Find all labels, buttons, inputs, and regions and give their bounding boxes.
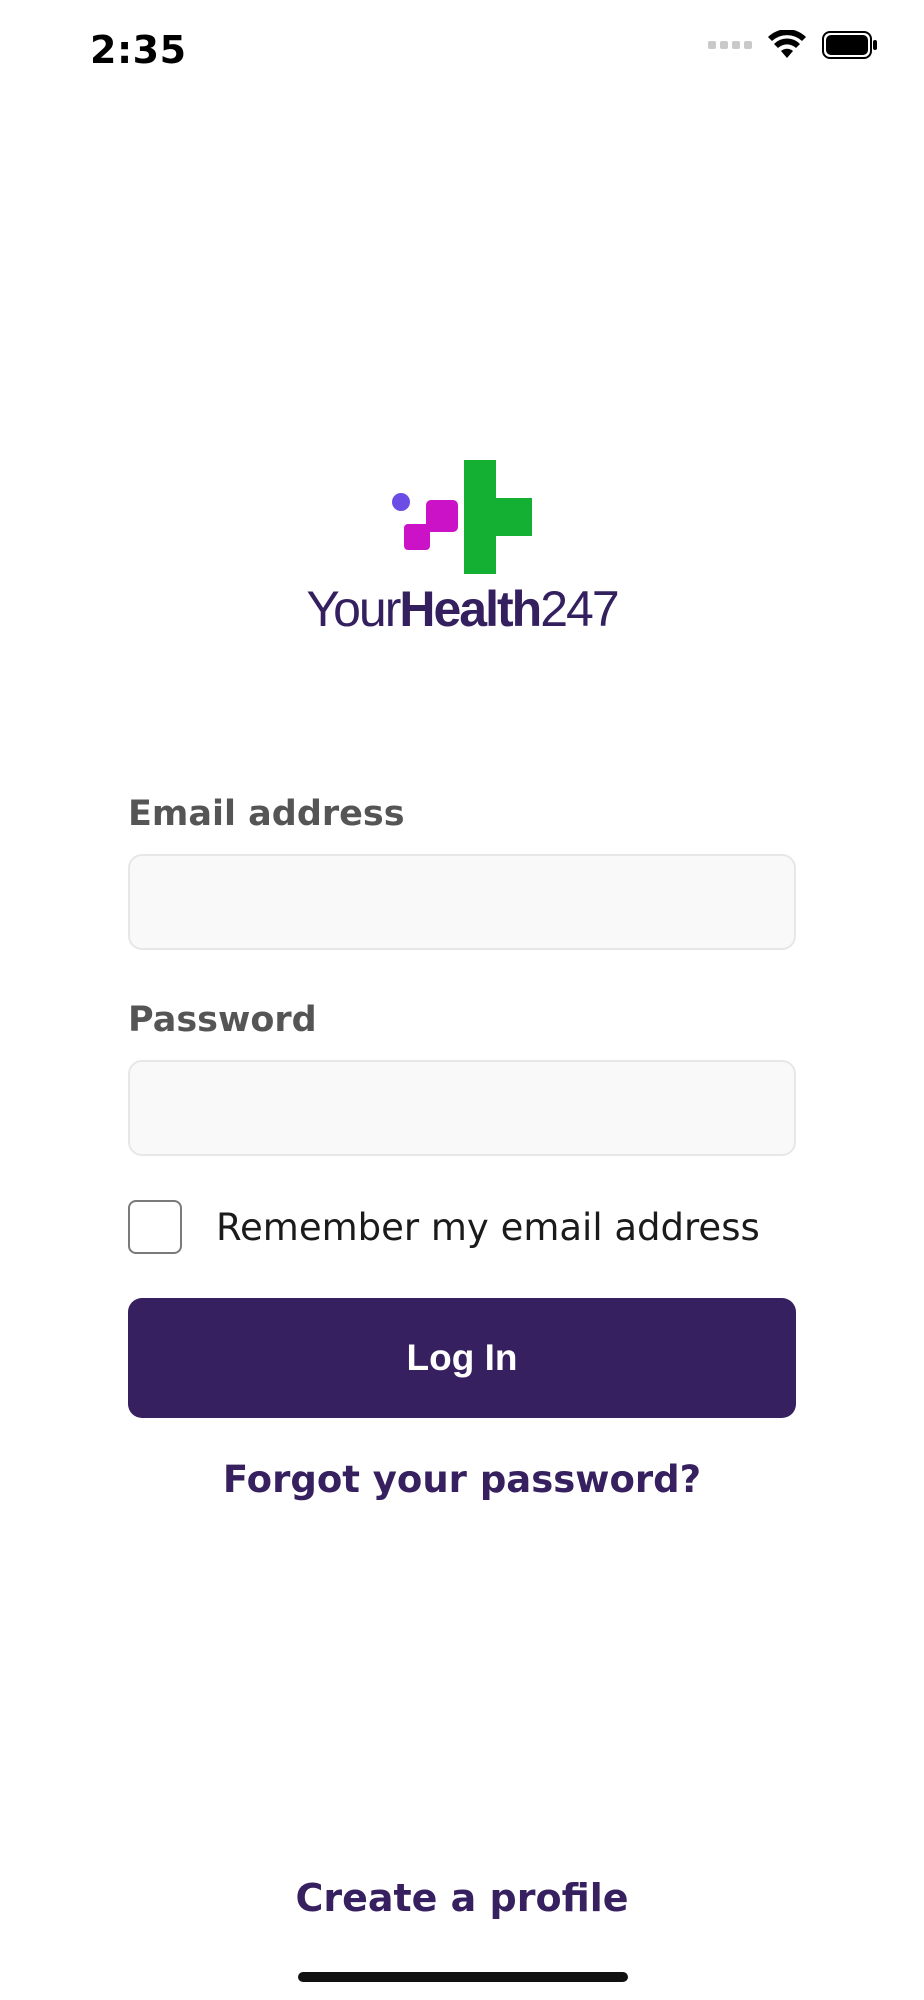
logo-word-247: 247 (540, 581, 619, 637)
remember-email-label[interactable]: Remember my email address (216, 1206, 760, 1249)
battery-icon (822, 31, 877, 59)
password-label: Password (128, 1000, 317, 1040)
forgot-password-link[interactable]: Forgot your password? (128, 1458, 796, 1501)
signal-dots-icon (708, 41, 752, 49)
home-indicator[interactable] (298, 1972, 628, 1982)
logo-wordmark: YourHealth247 (0, 584, 924, 634)
status-time: 2:35 (90, 28, 187, 72)
remember-email-row[interactable]: Remember my email address (128, 1200, 796, 1254)
logo-word-health: Health (399, 581, 542, 637)
login-form: Email address Password Remember my email… (128, 790, 796, 1501)
create-profile-link[interactable]: Create a profile (0, 1876, 924, 1920)
app-logo: YourHealth247 (0, 460, 924, 634)
email-field[interactable] (128, 854, 796, 950)
email-label: Email address (128, 794, 405, 834)
wifi-icon (768, 30, 806, 58)
logo-word-your: Your (306, 581, 401, 637)
logo-cross-icon (392, 460, 532, 574)
password-field[interactable] (128, 1060, 796, 1156)
login-button[interactable]: Log In (128, 1298, 796, 1418)
remember-email-checkbox[interactable] (128, 1200, 182, 1254)
status-icons (708, 30, 878, 60)
